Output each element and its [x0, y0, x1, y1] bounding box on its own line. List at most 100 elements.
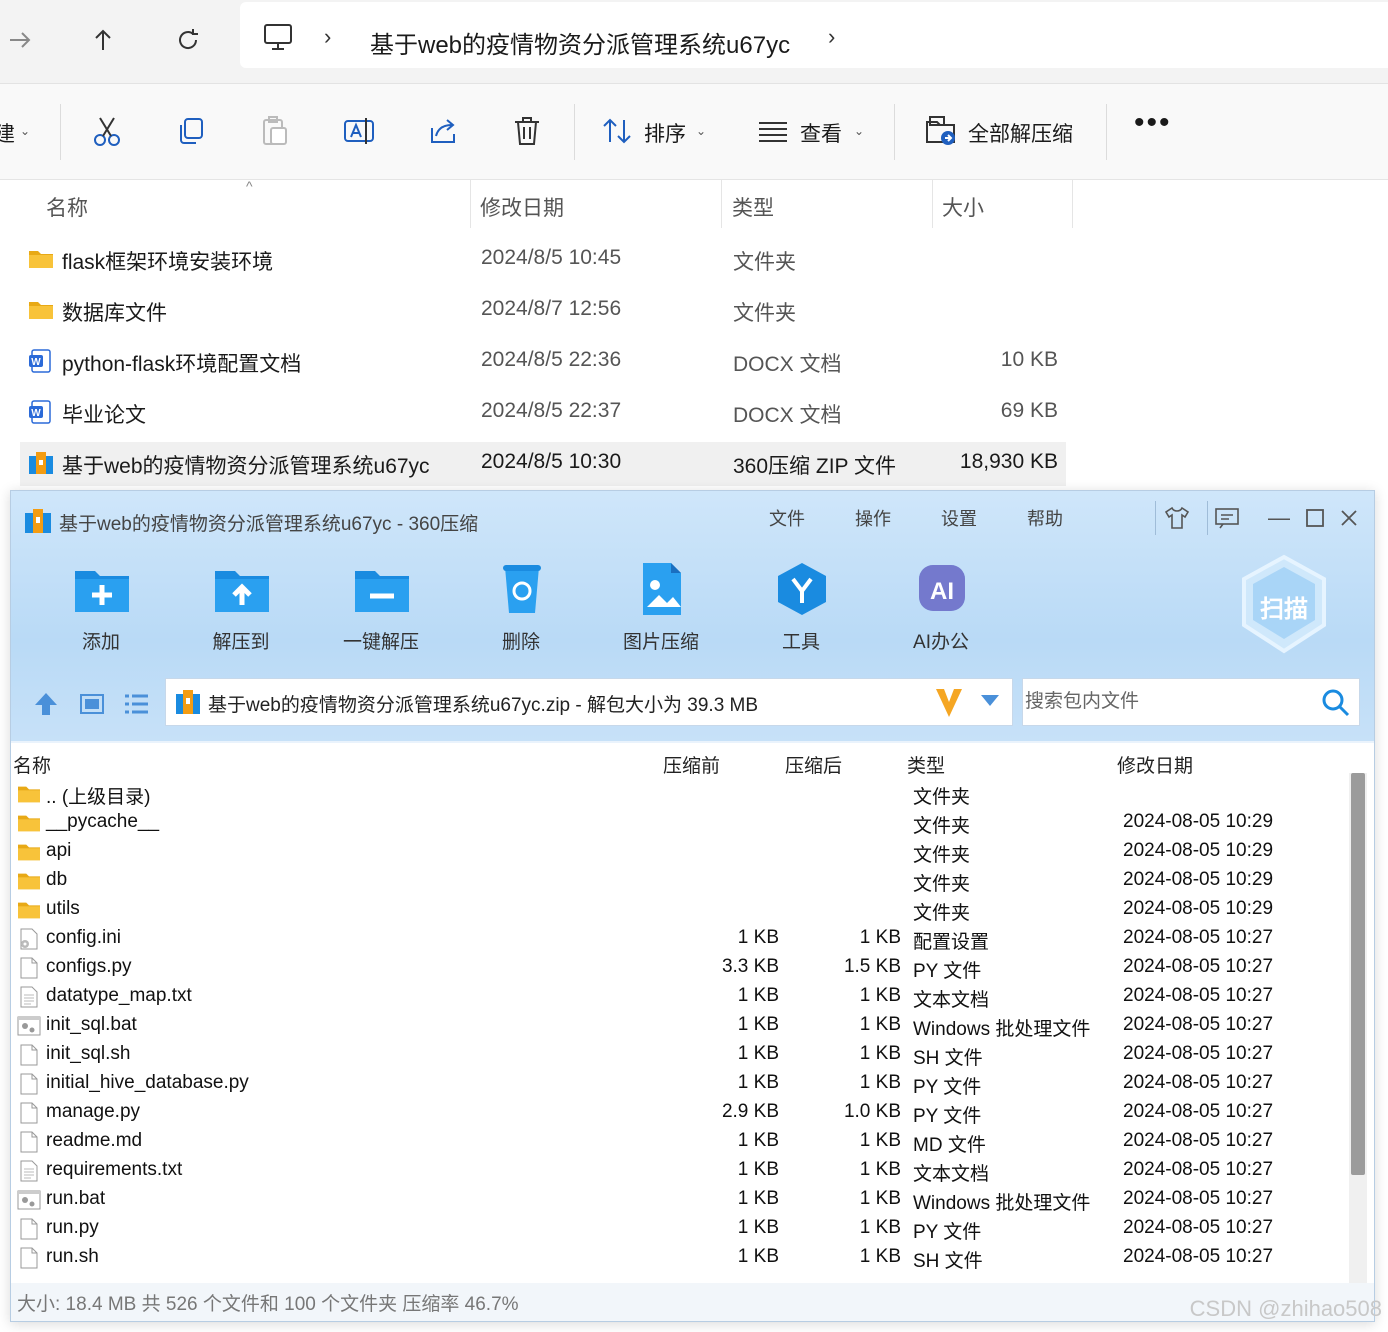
file-row[interactable]: 基于web的疫情物资分派管理系统u67yc 2024/8/5 10:30 360压缩… [20, 442, 1066, 486]
zip-window-title: 基于web的疫情物资分派管理系统u67yc - 360压缩 [59, 514, 479, 535]
scan-button[interactable]: 扫描 [1239, 553, 1329, 657]
entry-size-before: 1 KB [737, 1072, 779, 1093]
archive-row[interactable]: api 文件夹 2024-08-05 10:29 [11, 837, 1347, 866]
search-icon[interactable] [1321, 688, 1351, 718]
file-row[interactable]: W 毕业论文 2024/8/5 22:37 DOCX 文档 69 KB [20, 391, 1066, 435]
entry-type: PY 文件 [913, 1222, 982, 1243]
share-icon[interactable] [426, 114, 460, 148]
column-size[interactable]: 大小 [942, 192, 984, 222]
maximize-button[interactable] [1299, 503, 1331, 533]
entry-modified: 2024-08-05 10:27 [1123, 1072, 1274, 1093]
svg-text:AI: AI [930, 578, 954, 605]
list-view-icon[interactable] [121, 689, 151, 719]
menu-file[interactable]: 文件 [769, 505, 805, 531]
entry-name: init_sql.sh [46, 1043, 131, 1064]
column-modified[interactable]: 修改日期 [1117, 751, 1193, 778]
archive-row[interactable]: requirements.txt 1 KB 1 KB 文本文档 2024-08-05 1… [11, 1156, 1347, 1185]
archive-row[interactable]: configs.py 3.3 KB 1.5 KB PY 文件 2024-08-05 10… [11, 953, 1347, 982]
archive-row[interactable]: utils 文件夹 2024-08-05 10:29 [11, 895, 1347, 924]
add-button[interactable]: 添加 [51, 561, 151, 661]
more-options-button[interactable]: ••• [1134, 106, 1172, 140]
extract-all-button[interactable]: 全部解压缩 [968, 118, 1073, 148]
column-type[interactable]: 类型 [732, 192, 774, 222]
archive-row[interactable]: __pycache__ 文件夹 2024-08-05 10:29 [11, 808, 1347, 837]
zip-archive-icon [25, 509, 51, 533]
svg-text:W: W [31, 357, 41, 368]
delete-button[interactable]: 删除 [471, 561, 571, 661]
minimize-button[interactable]: — [1263, 503, 1295, 533]
view-list-icon[interactable] [756, 114, 790, 148]
column-size-before[interactable]: 压缩前 [663, 751, 720, 778]
archive-row[interactable]: config.ini 1 KB 1 KB 配置设置 2024-08-05 10:27 [11, 924, 1347, 953]
column-modified[interactable]: 修改日期 [480, 192, 564, 222]
archive-row[interactable]: .. (上级目录) 文件夹 [11, 779, 1347, 808]
chevron-down-icon[interactable] [980, 693, 1000, 707]
column-type[interactable]: 类型 [907, 751, 945, 778]
archive-row[interactable]: init_sql.sh 1 KB 1 KB SH 文件 2024-08-05 10:27 [11, 1040, 1347, 1069]
entry-size-after: 1 KB [859, 1072, 901, 1093]
archive-row[interactable]: init_sql.bat 1 KB 1 KB Windows 批处理文件 2024-08… [11, 1011, 1347, 1040]
file-size: 10 KB [1000, 348, 1058, 371]
refresh-button[interactable] [170, 22, 206, 58]
delete-icon[interactable] [510, 114, 544, 148]
batch-file-icon [17, 1015, 41, 1037]
sort-icon[interactable] [600, 114, 634, 148]
column-name[interactable]: 名称 [13, 751, 51, 778]
up-level-icon[interactable] [31, 689, 61, 719]
v-logo-icon[interactable] [934, 685, 964, 719]
sort-button[interactable]: 排序 [644, 118, 686, 148]
search-input[interactable] [1025, 687, 1315, 717]
entry-modified: 2024-08-05 10:29 [1123, 811, 1274, 832]
column-name[interactable]: 名称 [46, 192, 88, 222]
menu-operation[interactable]: 操作 [855, 505, 891, 531]
file-row[interactable]: flask框架环境安装环境 2024/8/5 10:45 文件夹 [20, 238, 1066, 282]
tools-button[interactable]: 工具 [751, 561, 851, 661]
entry-name: api [46, 840, 72, 861]
chevron-down-icon: ⌄ [854, 124, 865, 138]
explorer-address-bar: › 基于web的疫情物资分派管理系统u67yc › [0, 0, 1388, 84]
extract-all-icon[interactable] [924, 114, 958, 148]
forward-button[interactable] [2, 22, 38, 58]
skin-button[interactable] [1161, 503, 1193, 533]
archive-row[interactable]: manage.py 2.9 KB 1.0 KB PY 文件 2024-08-05 10:… [11, 1098, 1347, 1127]
menu-help[interactable]: 帮助 [1027, 505, 1063, 531]
file-row[interactable]: Wpython-flask环境配置文档 2024/8/5 22:36 DOCX 文档… [20, 340, 1066, 384]
vertical-scrollbar[interactable] [1349, 773, 1367, 1283]
archive-row[interactable]: run.sh 1 KB 1 KB SH 文件 2024-08-05 10:27 [11, 1243, 1347, 1272]
cut-icon[interactable] [90, 114, 124, 148]
breadcrumb-current-folder[interactable]: 基于web的疫情物资分派管理系统u67yc [370, 25, 790, 60]
column-size-after[interactable]: 压缩后 [785, 751, 842, 778]
file-icon [17, 1102, 41, 1124]
rename-icon[interactable] [342, 114, 376, 148]
file-row[interactable]: 数据库文件 2024/8/7 12:56 文件夹 [20, 289, 1066, 333]
archive-row[interactable]: run.bat 1 KB 1 KB Windows 批处理文件 2024-08-05 1… [11, 1185, 1347, 1214]
folder-icon [17, 812, 41, 834]
this-pc-icon[interactable] [262, 22, 294, 52]
extract-to-button[interactable]: 解压到 [191, 561, 291, 661]
thumbnail-view-icon[interactable] [77, 689, 107, 719]
feedback-button[interactable] [1211, 503, 1243, 533]
new-button-partial[interactable]: 建 [0, 118, 15, 148]
close-button[interactable] [1333, 503, 1365, 533]
copy-icon[interactable] [174, 114, 208, 148]
one-click-extract-button[interactable]: 一键解压 [331, 561, 431, 661]
entry-type: 文件夹 [913, 874, 971, 895]
entry-size-after: 1 KB [859, 1217, 901, 1238]
archive-row[interactable]: datatype_map.txt 1 KB 1 KB 文本文档 2024-08-05 1… [11, 982, 1347, 1011]
paste-icon[interactable] [258, 114, 292, 148]
archive-path-field[interactable]: 基于web的疫情物资分派管理系统u67yc.zip - 解包大小为 39.3 M… [165, 678, 1013, 726]
entry-size-before: 3.3 KB [721, 956, 779, 977]
archive-row[interactable]: run.py 1 KB 1 KB PY 文件 2024-08-05 10:27 [11, 1214, 1347, 1243]
chevron-right-icon[interactable]: › [828, 24, 835, 50]
entry-name: configs.py [46, 956, 132, 977]
ai-office-button[interactable]: AI AI办公 [891, 561, 991, 661]
archive-row[interactable]: readme.md 1 KB 1 KB MD 文件 2024-08-05 10:27 [11, 1127, 1347, 1156]
view-button[interactable]: 查看 [800, 118, 842, 148]
menu-settings[interactable]: 设置 [941, 505, 977, 531]
up-button[interactable] [85, 22, 121, 58]
archive-row[interactable]: db 文件夹 2024-08-05 10:29 [11, 866, 1347, 895]
archive-row[interactable]: initial_hive_database.py 1 KB 1 KB PY 文件 202… [11, 1069, 1347, 1098]
entry-name: db [46, 869, 68, 890]
scrollbar-thumb[interactable] [1351, 773, 1365, 1175]
image-compress-button[interactable]: 图片压缩 [611, 561, 711, 661]
